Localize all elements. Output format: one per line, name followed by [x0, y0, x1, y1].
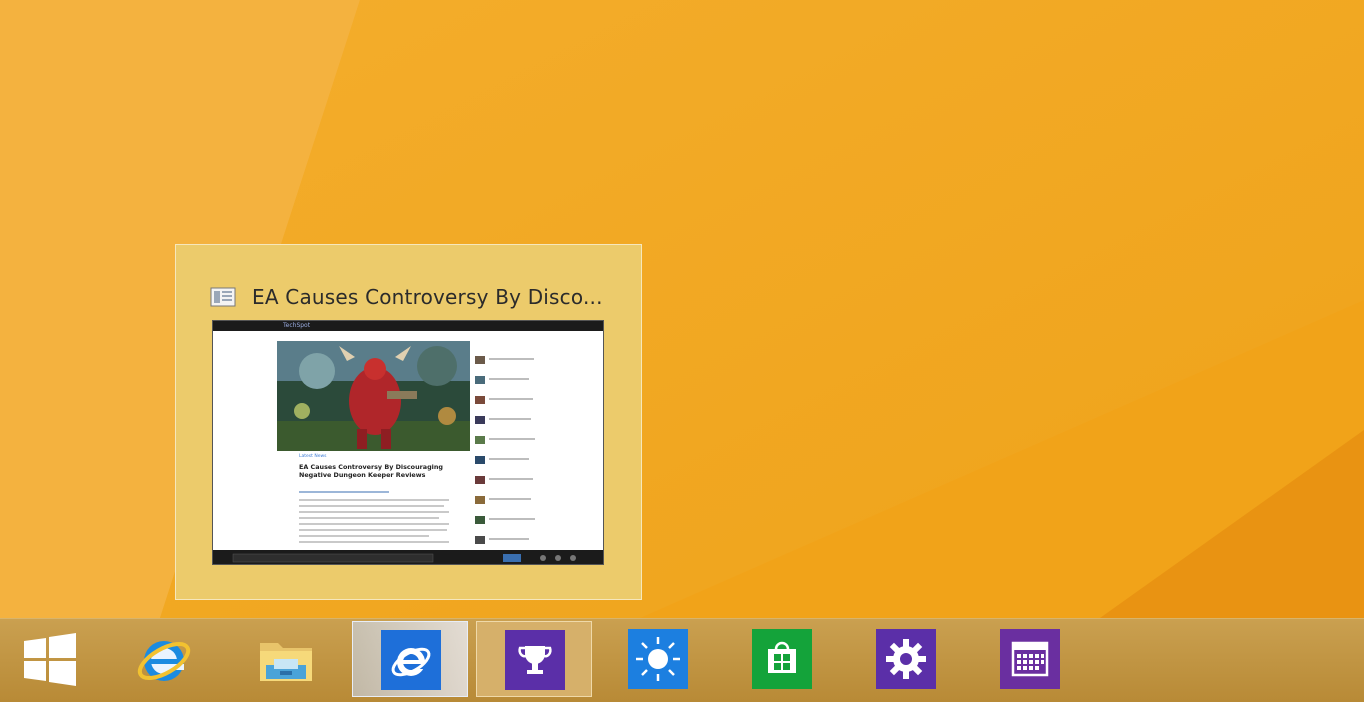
thumbnail-sidebar-text	[489, 398, 533, 400]
thumbnail-browser-address-bar	[213, 550, 603, 564]
thumbnail-article-headline: EA Causes Controversy By Discouraging Ne…	[299, 463, 443, 479]
thumbnail-sidebar-text	[489, 378, 529, 380]
thumbnail-sidebar-text	[489, 458, 529, 460]
thumbnail-hero-image	[277, 341, 470, 451]
thumbnail-sidebar-text	[489, 418, 531, 420]
internet-explorer-tile-icon	[381, 630, 441, 690]
thumbnail-preview-window[interactable]: EA Causes Controversy By Disco... TechSp…	[175, 244, 642, 600]
sun-icon	[628, 629, 688, 689]
thumbnail-text-line	[299, 511, 449, 513]
pc-settings-app[interactable]	[848, 621, 964, 697]
thumbnail-text-line	[299, 505, 444, 507]
thumbnail-sidebar-image	[475, 496, 485, 504]
preview-title-row: EA Causes Controversy By Disco...	[210, 285, 630, 309]
thumbnail-sidebar-image	[475, 536, 485, 544]
thumbnail-sidebar-text	[489, 498, 531, 500]
weather-app[interactable]	[600, 621, 716, 697]
thumbnail-sidebar-text	[489, 358, 534, 360]
store-bag-icon	[752, 629, 812, 689]
thumbnail-sidebar-image	[475, 356, 485, 364]
folder-icon	[256, 629, 316, 689]
thumbnail-sidebar-text	[489, 538, 529, 540]
games-app[interactable]	[476, 621, 592, 697]
webpage-icon	[210, 287, 236, 307]
thumbnail-sidebar-image	[475, 476, 485, 484]
thumbnail-text-line	[299, 517, 439, 519]
thumbnail-byline	[299, 491, 389, 493]
thumbnail-sidebar-text	[489, 438, 535, 440]
thumbnail-site-header: TechSpot	[213, 321, 603, 331]
thumbnail-sidebar-image	[475, 376, 485, 384]
thumbnail-text-line	[299, 535, 429, 537]
start-button[interactable]	[0, 621, 100, 697]
thumbnail-sidebar-image	[475, 456, 485, 464]
thumbnail-sidebar-text	[489, 518, 535, 520]
thumbnail-text-line	[299, 499, 449, 501]
taskbar	[0, 618, 1364, 702]
preview-title: EA Causes Controversy By Disco...	[252, 285, 603, 309]
internet-explorer-modern[interactable]	[352, 621, 468, 697]
thumbnail-sidebar-image	[475, 516, 485, 524]
thumbnail-sidebar-image	[475, 416, 485, 424]
thumbnail-article-category: Latest News	[299, 454, 327, 459]
windows-logo-icon	[22, 631, 78, 687]
file-explorer-pinned[interactable]	[228, 621, 344, 697]
thumbnail-text-line	[299, 523, 449, 525]
gear-icon	[876, 629, 936, 689]
internet-explorer-icon	[134, 629, 194, 689]
internet-explorer-pinned[interactable]	[106, 621, 222, 697]
thumbnail-sidebar-image	[475, 396, 485, 404]
calendar-icon	[1000, 629, 1060, 689]
thumbnail-site-brand: TechSpot	[283, 322, 311, 329]
store-app[interactable]	[724, 621, 840, 697]
calendar-app[interactable]	[972, 621, 1088, 697]
trophy-icon	[505, 630, 565, 690]
thumbnail-text-line	[299, 541, 449, 543]
thumbnail-sidebar-image	[475, 436, 485, 444]
thumbnail-text-line	[299, 529, 447, 531]
page-thumbnail[interactable]: TechSpot Latest News EA Causes Controver…	[212, 320, 604, 565]
thumbnail-sidebar-text	[489, 478, 533, 480]
